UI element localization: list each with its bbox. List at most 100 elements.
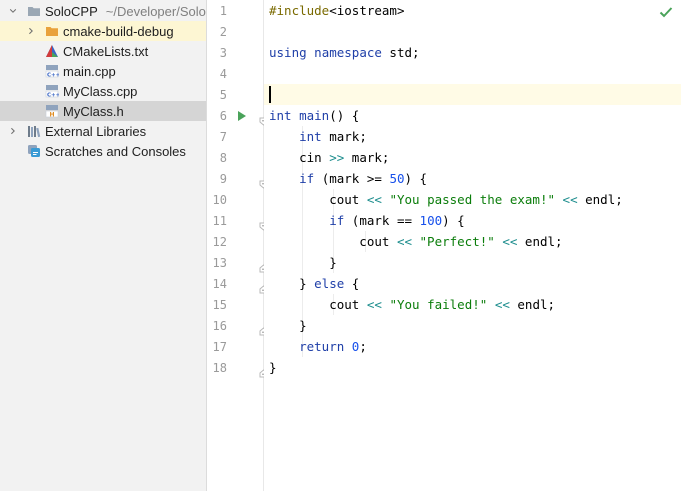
code-token: std; — [381, 45, 420, 60]
run-icon[interactable] — [237, 109, 247, 127]
line-number: 6 — [219, 109, 227, 123]
code-token: <iostream> — [329, 3, 405, 18]
tree-item-label: cmake-build-debug — [63, 23, 174, 39]
code-token: cout — [269, 297, 367, 312]
code-token: cin — [269, 150, 330, 165]
code-token: if — [329, 213, 345, 228]
line-number: 7 — [219, 130, 227, 144]
code-token: cout — [269, 234, 397, 249]
tree-item-label: MyClass.h — [63, 103, 124, 119]
ide-window: SoloCPP ~/Developer/Solo cmake-build-debu… — [0, 0, 681, 491]
code-line: cout << "You failed!" << endl; — [269, 294, 555, 315]
scratches-icon — [27, 144, 41, 158]
code-token: >> — [329, 150, 345, 165]
code-line: if (mark == 100) { — [269, 210, 465, 231]
code-token: endl; — [577, 192, 623, 207]
code-line: int main() { — [269, 105, 359, 126]
tree-item-cmakelists[interactable]: CMakeLists.txt — [0, 41, 206, 61]
code-token: "You passed the exam!" — [389, 192, 556, 207]
code-token: endl; — [509, 297, 556, 312]
tree-item-label: main.cpp — [63, 63, 116, 79]
tree-item-myclass-cpp[interactable]: C++ MyClass.cpp — [0, 81, 206, 101]
tree-item-label: MyClass.cpp — [63, 83, 138, 99]
code-token: using — [269, 45, 307, 60]
folder-icon — [45, 24, 59, 38]
code-line: #include<iostream> — [269, 0, 404, 21]
header-file-icon: H — [45, 104, 59, 119]
code-line: int mark; — [269, 126, 367, 147]
check-icon[interactable] — [659, 5, 673, 23]
line-number: 3 — [219, 46, 227, 60]
line-number: 13 — [212, 256, 227, 270]
code-token: ) { — [442, 213, 465, 228]
tree-root-solocpp[interactable]: SoloCPP ~/Developer/Solo — [0, 1, 206, 21]
tree-item-label: External Libraries — [45, 123, 147, 139]
code-line: cout << "Perfect!" << endl; — [269, 231, 562, 252]
project-name: SoloCPP — [45, 3, 98, 19]
chevron-right-icon[interactable] — [27, 27, 35, 35]
code-token: "You failed!" — [389, 297, 488, 312]
code-token: cout — [269, 192, 367, 207]
code-token: "Perfect!" — [419, 234, 495, 249]
code-token: 50 — [389, 171, 405, 186]
line-number: 11 — [212, 214, 227, 228]
project-path: ~/Developer/Solo — [105, 3, 206, 19]
code-token: { — [344, 276, 360, 291]
chevron-right-icon[interactable] — [9, 127, 17, 135]
line-number: 10 — [212, 193, 227, 207]
folder-icon — [27, 4, 41, 18]
code-line: cin >> mark; — [269, 147, 389, 168]
line-number: 9 — [219, 172, 227, 186]
tree-item-label: Scratches and Consoles — [45, 143, 186, 159]
code-token: mark; — [321, 129, 367, 144]
editor-gutter[interactable]: 1 2 3 4 5 6 7 8 9 10 11 12 13 14 15 16 1… — [207, 0, 268, 491]
code-editor[interactable]: #include<iostream> using namespace std; in… — [264, 0, 681, 491]
tree-item-cmake-build-debug[interactable]: cmake-build-debug — [0, 21, 206, 41]
line-number: 15 — [212, 298, 227, 312]
line-number: 17 — [212, 340, 227, 354]
code-line: } — [269, 252, 337, 273]
code-line: if (mark >= 50) { — [269, 168, 427, 189]
cmake-icon — [45, 44, 59, 58]
code-token: if — [299, 171, 315, 186]
code-token: int — [269, 108, 292, 123]
code-line: } else { — [269, 273, 359, 294]
code-line: } — [269, 315, 307, 336]
code-token: } — [269, 276, 315, 291]
code-token: << — [366, 192, 382, 207]
cpp-file-icon: C++ — [45, 84, 61, 98]
code-token: 100 — [419, 213, 443, 228]
line-number: 16 — [212, 319, 227, 333]
code-token: #include — [269, 3, 330, 18]
code-token: else — [314, 276, 345, 291]
code-token: (mark >= — [314, 171, 390, 186]
code-line: cout << "You passed the exam!" << endl; — [269, 189, 623, 210]
code-token: int — [299, 129, 322, 144]
chevron-down-icon[interactable] — [9, 7, 17, 15]
tree-item-main-cpp[interactable]: C++ main.cpp — [0, 61, 206, 81]
code-token: } — [269, 255, 337, 270]
code-token: return — [299, 339, 345, 354]
svg-text:C++: C++ — [47, 72, 59, 78]
code-token: << — [562, 192, 578, 207]
code-token: namespace — [314, 45, 382, 60]
tree-item-myclass-h[interactable]: H MyClass.h — [0, 101, 206, 121]
current-line-highlight — [264, 84, 681, 105]
cpp-file-icon: C++ — [45, 64, 61, 78]
svg-text:H: H — [50, 112, 55, 119]
tree-item-scratches[interactable]: Scratches and Consoles — [0, 141, 206, 161]
code-line: using namespace std; — [269, 42, 420, 63]
code-token: () { — [329, 108, 360, 123]
code-token: << — [366, 297, 382, 312]
code-token: ; — [359, 339, 367, 354]
tree-item-external-libraries[interactable]: External Libraries — [0, 121, 206, 141]
line-number: 5 — [219, 88, 227, 102]
line-number: 1 — [219, 4, 227, 18]
